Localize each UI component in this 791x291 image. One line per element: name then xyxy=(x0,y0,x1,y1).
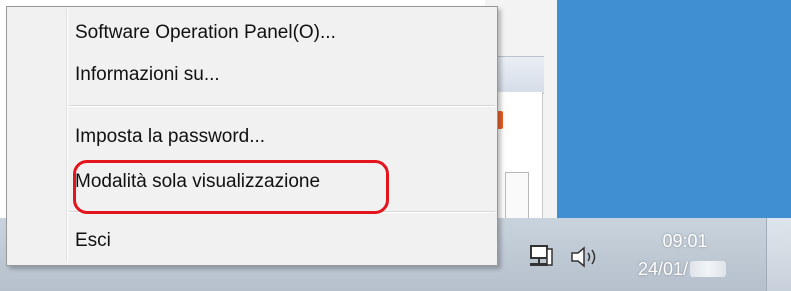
menu-item-label: Imposta la password... xyxy=(75,126,266,147)
menu-item-software-operation-panel[interactable]: Software Operation Panel(O)... xyxy=(9,15,493,51)
highlight-annotation xyxy=(73,160,389,214)
clock[interactable]: 09:01 24/01/ xyxy=(620,227,750,283)
menu-separator xyxy=(69,105,495,107)
menu-item-label: Informazioni su... xyxy=(75,64,220,85)
desktop-background xyxy=(555,0,791,218)
menu-item-about[interactable]: Informazioni su... xyxy=(9,57,493,93)
clock-date-text: 24/01/ xyxy=(638,259,689,279)
menu-item-label: Esci xyxy=(75,230,111,251)
context-menu: Software Operation Panel(O)... Informazi… xyxy=(6,6,498,266)
volume-icon[interactable] xyxy=(568,244,602,270)
show-desktop-button[interactable] xyxy=(766,218,791,291)
network-icon[interactable] xyxy=(526,242,556,272)
menu-item-set-password[interactable]: Imposta la password... xyxy=(9,119,493,155)
clock-time: 09:01 xyxy=(662,231,708,251)
clock-date: 24/01/ xyxy=(620,255,750,283)
redacted-year xyxy=(690,261,727,277)
window-panel xyxy=(505,172,529,220)
menu-item-label: Software Operation Panel(O)... xyxy=(75,22,336,43)
menu-item-exit[interactable]: Esci xyxy=(9,223,493,259)
